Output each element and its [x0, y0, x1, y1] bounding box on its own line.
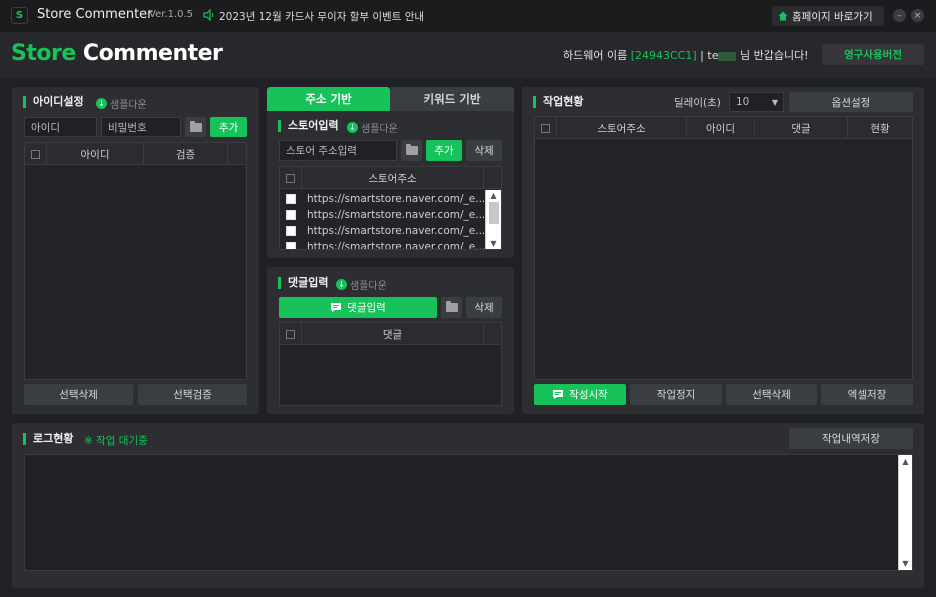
tab-address[interactable]: 주소 기반	[267, 87, 390, 111]
comment-input-title: 댓글입력	[278, 277, 328, 289]
list-item[interactable]: https://smartstore.naver.com/_e...	[280, 223, 485, 239]
stop-work-button[interactable]: 작업정지	[630, 384, 722, 405]
logo: Store Commenter	[11, 41, 223, 66]
id-settings-title: 아이디설정	[23, 96, 84, 108]
folder-icon	[445, 301, 458, 312]
download-icon: ↓	[336, 279, 347, 290]
start-writing-button[interactable]: 작성시작	[534, 384, 626, 405]
scroll-up-icon[interactable]: ▲	[486, 191, 501, 200]
work-comment-column-header: 댓글	[755, 117, 848, 139]
comment-select-all-checkbox[interactable]	[286, 329, 295, 339]
delay-select[interactable]: 10 ▼	[729, 92, 784, 112]
log-title: 로그현황	[23, 433, 73, 445]
id-table: 아이디 검증	[24, 142, 247, 380]
scroll-down-icon[interactable]: ▼	[486, 239, 501, 248]
chevron-down-icon: ▼	[771, 97, 778, 107]
store-url-input[interactable]: 스토어 주소입력	[279, 140, 397, 161]
version-label: Ver.1.0.5	[149, 9, 194, 20]
options-button[interactable]: 옵션설정	[789, 92, 913, 112]
work-delete-selected-button[interactable]: 선택삭제	[726, 384, 817, 405]
password-input[interactable]: 비밀번호	[101, 117, 181, 137]
comment-column-header: 댓글	[302, 323, 484, 345]
home-icon	[778, 11, 788, 21]
id-column-header: 아이디	[47, 143, 144, 165]
comment-sample-download[interactable]: ↓ 샘플다운	[336, 277, 387, 292]
speaker-icon	[203, 9, 214, 21]
tab-keyword[interactable]: 키워드 기반	[390, 87, 514, 111]
id-verify-selected-button[interactable]: 선택검증	[138, 384, 247, 405]
log-status: ※ 작업 대기중	[84, 435, 148, 447]
hardware-info: 하드웨어 이름 [24943CC1] | te 님 반갑습니다!	[563, 49, 809, 62]
homepage-button[interactable]: 홈페이지 바로가기	[772, 6, 884, 26]
id-input[interactable]: 아이디	[24, 117, 97, 137]
scroll-up-icon[interactable]: ▲	[899, 457, 912, 466]
store-list-scrollbar[interactable]: ▲ ▼	[485, 190, 501, 249]
work-status-title: 작업현황	[533, 96, 583, 108]
scroll-down-icon[interactable]: ▼	[899, 559, 912, 568]
app-title: Store Commenter	[37, 7, 153, 22]
id-select-all-checkbox[interactable]	[31, 149, 40, 159]
work-select-all-checkbox[interactable]	[541, 123, 550, 133]
folder-icon	[405, 144, 418, 155]
comment-table: 댓글	[279, 322, 502, 406]
list-item[interactable]: https://smartstore.naver.com/_e...	[280, 191, 485, 207]
list-item[interactable]: https://smartstore.naver.com/_e...	[280, 207, 485, 223]
save-work-history-button[interactable]: 작업내역저장	[789, 428, 913, 449]
scroll-thumb[interactable]	[489, 202, 499, 224]
log-textarea[interactable]: ▲ ▼	[24, 454, 913, 571]
store-delete-button[interactable]: 삭제	[466, 140, 502, 161]
id-delete-selected-button[interactable]: 선택삭제	[24, 384, 133, 405]
license-button[interactable]: 영구사용버전	[822, 44, 924, 65]
comment-icon	[331, 303, 342, 312]
download-icon: ↓	[347, 122, 358, 133]
comment-delete-button[interactable]: 삭제	[466, 297, 502, 318]
store-url-column-header: 스토어주소	[302, 167, 484, 189]
notice-link[interactable]: 2023년 12월 카드사 무이자 할부 이벤트 안내	[219, 9, 424, 24]
folder-icon	[189, 120, 202, 132]
row-checkbox[interactable]	[286, 194, 296, 204]
store-input-title: 스토어입력	[278, 120, 339, 132]
work-status-column-header: 현황	[870, 122, 890, 135]
store-add-button[interactable]: 추가	[426, 140, 462, 161]
work-table: 스토어주소 아이디 댓글 현황	[534, 116, 913, 380]
delay-label: 딜레이(초)	[674, 97, 721, 109]
close-button[interactable]: ×	[911, 9, 924, 22]
store-sample-download[interactable]: ↓ 샘플다운	[347, 120, 398, 135]
minimize-button[interactable]: –	[893, 9, 906, 22]
work-id-column-header: 아이디	[687, 117, 755, 139]
work-store-column-header: 스토어주소	[557, 117, 687, 139]
store-url-table: 스토어주소 https://smartstore.naver.com/_e...…	[279, 166, 502, 250]
log-scrollbar[interactable]: ▲ ▼	[898, 455, 912, 570]
row-checkbox[interactable]	[286, 226, 296, 236]
comment-input-button[interactable]: 댓글입력	[279, 297, 437, 318]
id-sample-download[interactable]: ↓ 샘플다운	[96, 96, 147, 111]
row-checkbox[interactable]	[286, 242, 296, 249]
comment-icon	[553, 390, 564, 399]
excel-save-button[interactable]: 엑셀저장	[821, 384, 913, 405]
id-add-button[interactable]: 추가	[210, 117, 247, 137]
verify-column-header: 검증	[144, 143, 228, 165]
homepage-label: 홈페이지 바로가기	[792, 10, 873, 23]
store-select-all-checkbox[interactable]	[286, 173, 295, 183]
id-folder-button[interactable]	[185, 117, 206, 137]
row-checkbox[interactable]	[286, 210, 296, 220]
list-item[interactable]: https://smartstore.naver.com/_e...	[280, 239, 485, 249]
download-icon: ↓	[96, 98, 107, 109]
store-folder-button[interactable]	[401, 140, 422, 161]
comment-folder-button[interactable]	[441, 297, 462, 318]
app-icon: S	[11, 7, 28, 24]
